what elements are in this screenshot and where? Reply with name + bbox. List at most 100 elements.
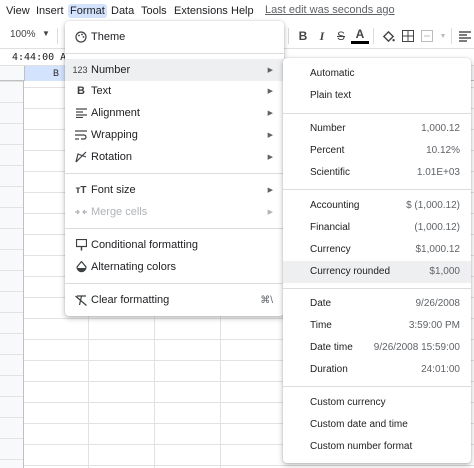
fill-color-button[interactable]: [379, 27, 397, 45]
menu-item-label: Alternating colors: [91, 261, 176, 273]
option-label: Automatic: [310, 68, 355, 79]
align-button[interactable]: [456, 27, 474, 45]
chevron-right-icon: ▶: [267, 187, 273, 194]
menu-data[interactable]: Data: [109, 4, 136, 18]
menu-divider: [283, 386, 471, 387]
format-option-number[interactable]: Number 1,000.12: [283, 118, 471, 140]
menu-item-theme[interactable]: Theme: [65, 26, 284, 48]
menu-item-label: Clear formatting: [91, 294, 170, 306]
menu-item-label: Font size: [91, 184, 136, 196]
column-label: B: [53, 68, 60, 78]
toolbar-divider: [451, 28, 452, 44]
option-label: Custom date and time: [310, 419, 408, 430]
menu-item-font-size[interactable]: тT Font size ▶: [65, 179, 284, 201]
format-option-percent[interactable]: Percent 10.12%: [283, 140, 471, 162]
option-label: Accounting: [310, 200, 360, 211]
menu-item-alignment[interactable]: Alignment ▶: [65, 102, 284, 124]
number-format-icon: 123: [72, 65, 88, 75]
borders-button[interactable]: [399, 27, 417, 45]
formula-value[interactable]: 4:44:00 AM: [12, 52, 72, 63]
bold-icon: B: [77, 85, 85, 97]
drop-icon: [74, 260, 88, 274]
number-format-submenu: Automatic Plain text Number 1,000.12 Per…: [283, 58, 471, 463]
chevron-right-icon: ▶: [267, 110, 273, 117]
bold-button[interactable]: B: [294, 27, 312, 45]
menu-item-label: Text: [91, 85, 112, 97]
format-option-date-time[interactable]: Date time 9/26/2008 15:59:00: [283, 337, 471, 359]
menu-item-text[interactable]: B Text ▶: [65, 80, 284, 102]
format-option-accounting[interactable]: Accounting $ (1,000.12): [283, 195, 471, 217]
shortcut-text: ⌘\: [260, 294, 273, 306]
chevron-right-icon: ▶: [267, 88, 273, 95]
menu-divider: [65, 173, 284, 174]
menu-extensions[interactable]: Extensions: [172, 4, 230, 18]
font-size-icon: тT: [75, 184, 87, 196]
option-example: $1,000: [429, 266, 460, 277]
menu-item-conditional-formatting[interactable]: Conditional formatting: [65, 234, 284, 256]
clear-format-icon: [74, 293, 88, 307]
option-label: Number: [310, 123, 346, 134]
merge-icon: [421, 30, 433, 42]
menu-format[interactable]: Format: [68, 4, 107, 18]
menu-item-label: Wrapping: [91, 129, 138, 141]
align-left-icon: [459, 30, 471, 42]
italic-button[interactable]: I: [313, 27, 331, 45]
format-option-custom-date-time[interactable]: Custom date and time: [283, 414, 471, 436]
chevron-right-icon: ▶: [267, 132, 273, 139]
align-left-icon: [74, 106, 88, 120]
menu-item-label: Theme: [91, 31, 126, 43]
menu-insert[interactable]: Insert: [34, 4, 66, 18]
borders-icon: [402, 30, 414, 42]
format-option-financial[interactable]: Financial (1,000.12): [283, 217, 471, 239]
text-rotation-icon: [74, 150, 88, 164]
menu-view[interactable]: View: [4, 4, 32, 18]
option-label: Custom number format: [310, 441, 413, 452]
option-label: Plain text: [310, 90, 352, 101]
text-color-button[interactable]: A: [351, 27, 369, 44]
menu-item-alternating-colors[interactable]: Alternating colors: [65, 256, 284, 278]
text-wrap-icon: [74, 128, 88, 142]
menu-item-number[interactable]: 123 Number ▶: [65, 59, 284, 81]
palette-icon: [74, 30, 88, 44]
format-option-currency-rounded[interactable]: Currency rounded $1,000: [283, 261, 471, 283]
option-label: Date: [310, 298, 332, 309]
option-example: 9/26/2008: [415, 298, 461, 309]
format-option-automatic[interactable]: Automatic: [283, 63, 471, 85]
option-label: Financial: [310, 222, 351, 233]
option-example: 24:01:00: [421, 364, 460, 375]
option-example: 1,000.12: [421, 123, 460, 134]
chevron-down-icon: ▼: [42, 29, 50, 38]
menu-item-label: Merge cells: [91, 206, 148, 218]
format-option-custom-currency[interactable]: Custom currency: [283, 392, 471, 414]
option-example: 1.01E+03: [416, 167, 460, 178]
option-example: 9/26/2008 15:59:00: [373, 342, 460, 353]
format-option-scientific[interactable]: Scientific 1.01E+03: [283, 162, 471, 184]
menu-item-clear-formatting[interactable]: Clear formatting ⌘\: [65, 289, 284, 311]
menu-item-rotation[interactable]: Rotation ▶: [65, 146, 284, 168]
option-example: 10.12%: [426, 145, 460, 156]
chevron-down-icon: ▼: [439, 32, 447, 40]
format-option-date[interactable]: Date 9/26/2008: [283, 293, 471, 315]
paint-bucket-icon: [382, 30, 395, 42]
format-option-custom-number-format[interactable]: Custom number format: [283, 436, 471, 458]
menu-tools[interactable]: Tools: [139, 4, 169, 18]
strikethrough-button[interactable]: S: [332, 27, 350, 45]
option-label: Currency: [310, 244, 351, 255]
option-example: (1,000.12): [414, 222, 460, 233]
option-label: Currency rounded: [310, 266, 391, 277]
menu-item-wrapping[interactable]: Wrapping ▶: [65, 124, 284, 146]
format-option-time[interactable]: Time 3:59:00 PM: [283, 315, 471, 337]
menu-help[interactable]: Help: [229, 4, 256, 18]
last-edit-link[interactable]: Last edit was seconds ago: [265, 4, 395, 16]
format-option-duration[interactable]: Duration 24:01:00: [283, 359, 471, 381]
option-example: $1,000.12: [415, 244, 461, 255]
chevron-right-icon: ▶: [267, 154, 273, 161]
format-option-currency[interactable]: Currency $1,000.12: [283, 239, 471, 261]
option-example: 3:59:00 PM: [408, 320, 460, 331]
toolbar-divider: [288, 28, 289, 44]
format-option-plain-text[interactable]: Plain text: [283, 85, 471, 107]
merge-icon: [74, 205, 88, 219]
toolbar-divider: [57, 28, 58, 44]
menu-item-merge-cells: Merge cells ▶: [65, 201, 284, 223]
zoom-select[interactable]: 100%: [10, 29, 36, 40]
